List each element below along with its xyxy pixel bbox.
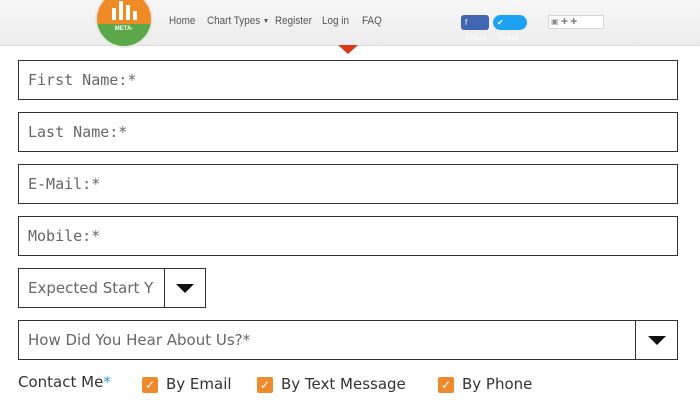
- site-logo[interactable]: META-: [97, 0, 151, 46]
- chevron-down-icon: ▼: [262, 17, 270, 25]
- expected-start-label: Expected Start Y: [28, 279, 154, 297]
- logo-bar: [119, 1, 123, 20]
- contact-option-label: By Text Message: [281, 375, 406, 393]
- email-input[interactable]: [19, 165, 677, 203]
- caret-down-icon: [176, 284, 194, 293]
- logo-bar: [126, 5, 130, 20]
- nav-chart-types[interactable]: Chart Types ▼: [207, 15, 269, 27]
- facebook-share-button[interactable]: f Share: [461, 15, 489, 42]
- checkbox-checked-icon[interactable]: ✓: [438, 377, 454, 393]
- last-name-input[interactable]: [19, 113, 677, 151]
- nav-faq[interactable]: FAQ: [362, 15, 382, 27]
- heard-about-label: How Did You Hear About Us?*: [28, 331, 251, 349]
- expected-start-dropdown-button[interactable]: [164, 269, 205, 307]
- contact-me-label: Contact Me*: [18, 373, 111, 391]
- checkbox-checked-icon[interactable]: ✓: [257, 377, 273, 393]
- contact-me-text: Contact Me: [18, 373, 104, 391]
- mobile-input[interactable]: [19, 217, 677, 255]
- required-asterisk: *: [103, 373, 111, 391]
- nav-home[interactable]: Home: [169, 15, 195, 27]
- nav-pointer-arrow: [338, 45, 358, 54]
- share-label: Share: [465, 33, 487, 42]
- nav-chart-types-label: Chart Types: [207, 15, 261, 27]
- logo-text: META-: [114, 26, 134, 32]
- checkbox-checked-icon[interactable]: ✓: [142, 377, 158, 393]
- logo-bar: [112, 8, 116, 20]
- social-widget-icon: ▣ ✚ ✚: [551, 17, 578, 26]
- nav-login[interactable]: Log in: [322, 15, 349, 27]
- social-widget[interactable]: ▣ ✚ ✚: [548, 15, 604, 29]
- mobile-field: [18, 216, 678, 256]
- first-name-field: [18, 60, 678, 100]
- facebook-icon: f: [465, 18, 468, 27]
- last-name-field: [18, 112, 678, 152]
- logo-sky: [97, 0, 151, 26]
- nav-register[interactable]: Register: [275, 15, 312, 27]
- email-field: [18, 164, 678, 204]
- first-name-input[interactable]: [19, 61, 677, 99]
- expected-start-select[interactable]: Expected Start Y: [18, 268, 206, 308]
- heard-about-dropdown-button[interactable]: [635, 321, 677, 359]
- contact-option-label: By Phone: [462, 375, 533, 393]
- caret-down-icon: [647, 336, 666, 345]
- tweet-button[interactable]: ✔ Tweet: [493, 15, 527, 42]
- tweet-label: Tweet: [497, 33, 519, 42]
- logo-bar: [133, 11, 137, 20]
- heard-about-select[interactable]: How Did You Hear About Us?*: [18, 320, 678, 360]
- top-navigation-bar: META- Home Chart Types ▼ Register Log in …: [0, 0, 700, 46]
- twitter-icon: ✔: [497, 18, 504, 27]
- contact-option-label: By Email: [166, 375, 232, 393]
